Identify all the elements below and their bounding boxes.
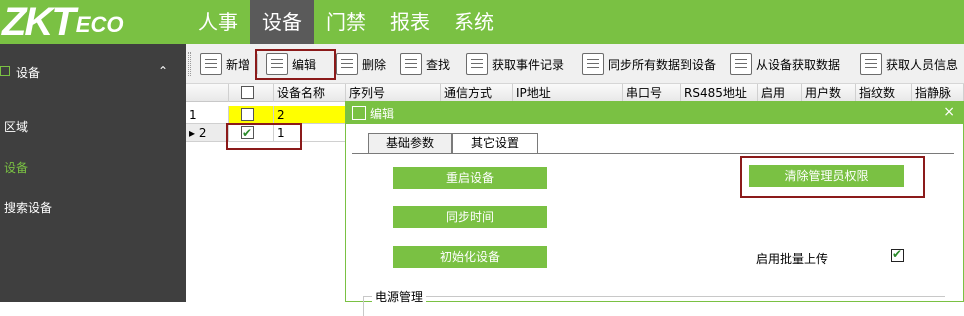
dialog-title: 编辑 bbox=[370, 107, 395, 121]
device-name-cell: 2 bbox=[274, 106, 346, 124]
power-management-legend: 电源管理 bbox=[372, 288, 427, 305]
fetch-events-icon bbox=[466, 53, 488, 75]
tab-underline bbox=[352, 153, 954, 154]
clear-admin-highlight-box bbox=[740, 156, 925, 198]
column-header-enabled[interactable]: 启用 bbox=[758, 84, 802, 102]
get-device-data-label: 从设备获取数据 bbox=[756, 57, 841, 72]
column-header-comm-type[interactable]: 通信方式 bbox=[441, 84, 513, 102]
delete-button[interactable]: 删除 bbox=[336, 52, 386, 76]
menu-item-access-control[interactable]: 门禁 bbox=[314, 0, 378, 44]
toolbar-grip bbox=[188, 52, 191, 76]
edit-highlight-box bbox=[255, 49, 336, 80]
fetch-events-button[interactable]: 获取事件记录 bbox=[466, 52, 564, 76]
column-header-ip-address[interactable]: IP地址 bbox=[513, 84, 623, 102]
power-management-group: 电源管理 bbox=[363, 288, 945, 316]
logo-text-main: ZKT bbox=[2, 0, 76, 44]
initialize-device-button[interactable]: 初始化设备 bbox=[393, 246, 547, 268]
column-header-serial-port[interactable]: 串口号 bbox=[623, 84, 681, 102]
column-header-row-number bbox=[186, 84, 229, 102]
toolbar: 新增 编辑 删除 查找 获取事件记录 同步所有数据到设备 从设备获取数据 获取人… bbox=[186, 44, 964, 84]
logo-text-tail: ECO bbox=[75, 12, 124, 37]
sidebar-item-search-device[interactable]: 搜索设备 bbox=[4, 199, 52, 216]
close-icon[interactable]: × bbox=[943, 104, 955, 120]
menu-item-device[interactable]: 设备 bbox=[250, 0, 314, 44]
add-document-icon bbox=[200, 53, 222, 75]
row-number: 1 bbox=[186, 106, 229, 124]
select-all-checkbox[interactable] bbox=[241, 86, 254, 99]
chevron-up-icon[interactable]: ⌃ bbox=[158, 64, 168, 78]
sidebar-section-label: 设备 bbox=[16, 66, 41, 80]
top-navigation-bar: ZKT ECO 人事 设备 门禁 报表 系统 bbox=[0, 0, 964, 44]
row-checkbox[interactable] bbox=[241, 108, 254, 121]
find-button[interactable]: 查找 bbox=[400, 52, 450, 76]
zkteco-logo: ZKT ECO bbox=[0, 0, 186, 44]
row-checkbox-cell[interactable] bbox=[229, 106, 274, 124]
device-download-icon bbox=[730, 53, 752, 75]
column-header-select-all[interactable] bbox=[229, 84, 274, 102]
sidebar-section-device[interactable]: 设备 ⌃ bbox=[0, 64, 186, 84]
sync-all-label: 同步所有数据到设备 bbox=[608, 57, 717, 72]
get-personnel-info-button[interactable]: 获取人员信息 bbox=[860, 52, 958, 76]
delete-button-label: 删除 bbox=[362, 57, 387, 72]
column-header-rs485-address[interactable]: RS485地址 bbox=[681, 84, 758, 102]
fetch-events-label: 获取事件记录 bbox=[492, 57, 565, 72]
column-header-fingerprint-count[interactable]: 指纹数 bbox=[856, 84, 912, 102]
selected-row-highlight-box bbox=[226, 123, 302, 150]
row-number: ▸ 2 bbox=[186, 124, 229, 142]
column-header-finger-vein[interactable]: 指静脉 bbox=[912, 84, 964, 102]
current-row-arrow-icon: ▸ bbox=[189, 126, 196, 140]
add-button-label: 新增 bbox=[226, 57, 251, 72]
menu-item-system[interactable]: 系统 bbox=[442, 0, 506, 44]
menu-item-reports[interactable]: 报表 bbox=[378, 0, 442, 44]
edit-dialog: 编辑 × 基础参数 其它设置 重启设备 同步时间 初始化设备 清除管理员权限 启… bbox=[345, 101, 964, 316]
tab-other-settings[interactable]: 其它设置 bbox=[452, 133, 538, 154]
add-button[interactable]: 新增 bbox=[200, 52, 250, 76]
sidebar-item-device[interactable]: 设备 bbox=[4, 159, 28, 176]
column-header-serial-number[interactable]: 序列号 bbox=[346, 84, 441, 102]
trash-icon bbox=[336, 53, 358, 75]
sync-icon bbox=[582, 53, 604, 75]
sidebar-item-area[interactable]: 区域 bbox=[4, 118, 28, 135]
sync-time-button[interactable]: 同步时间 bbox=[393, 206, 547, 228]
user-info-icon bbox=[860, 53, 882, 75]
sidebar: 设备 ⌃ 区域 设备 搜索设备 bbox=[0, 44, 186, 302]
table-header: 设备名称 序列号 通信方式 IP地址 串口号 RS485地址 启用 用户数 指纹… bbox=[186, 84, 964, 102]
search-icon bbox=[400, 53, 422, 75]
find-button-label: 查找 bbox=[426, 57, 451, 72]
device-section-icon bbox=[0, 66, 10, 76]
restart-device-button[interactable]: 重启设备 bbox=[393, 167, 547, 189]
tab-basic-params[interactable]: 基础参数 bbox=[368, 133, 452, 153]
column-header-user-count[interactable]: 用户数 bbox=[802, 84, 856, 102]
dialog-title-bar[interactable]: 编辑 × bbox=[346, 102, 963, 124]
main-menu: 人事 设备 门禁 报表 系统 bbox=[186, 0, 506, 44]
column-header-device-name[interactable]: 设备名称 bbox=[274, 84, 346, 102]
sync-all-button[interactable]: 同步所有数据到设备 bbox=[582, 52, 716, 76]
batch-upload-label: 启用批量上传 bbox=[756, 252, 829, 266]
row-number-value: 2 bbox=[198, 126, 207, 140]
get-device-data-button[interactable]: 从设备获取数据 bbox=[730, 52, 840, 76]
menu-item-personnel[interactable]: 人事 bbox=[186, 0, 250, 44]
get-personnel-info-label: 获取人员信息 bbox=[886, 57, 959, 72]
edit-dialog-icon bbox=[352, 106, 366, 120]
batch-upload-checkbox[interactable] bbox=[891, 247, 904, 262]
